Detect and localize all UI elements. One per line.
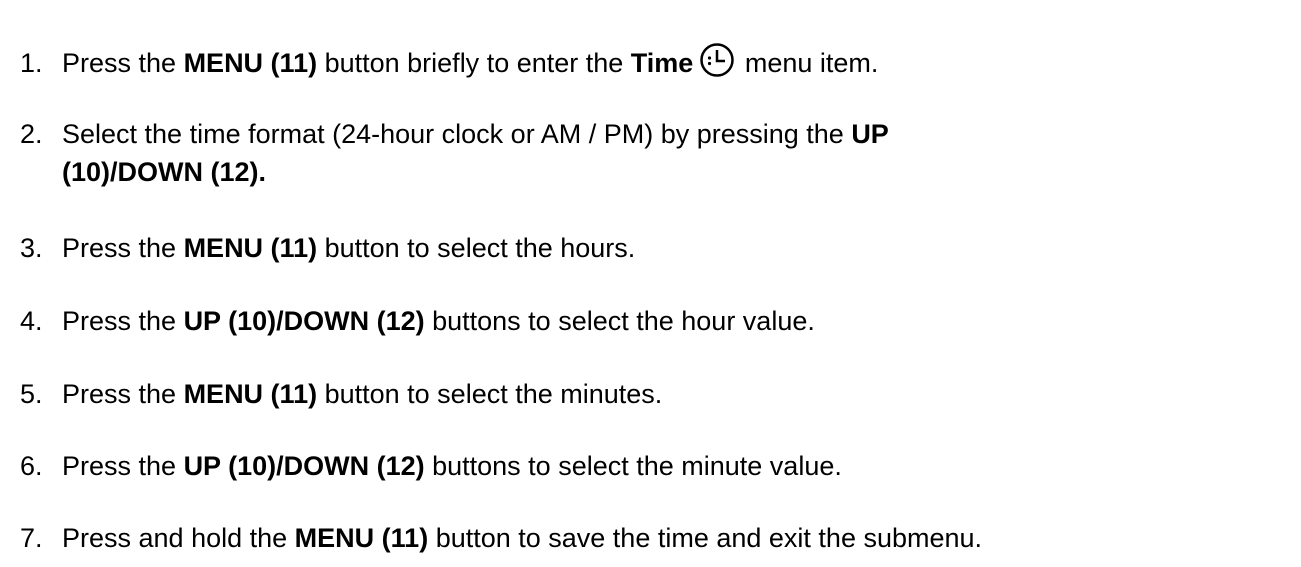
step-text: Press the — [62, 48, 184, 78]
step-number: 3. — [20, 233, 43, 263]
step-7: 7. Press and hold the MENU (11) button to… — [20, 519, 982, 557]
menu-item-name: Time — [630, 48, 694, 78]
step-text: buttons to select the minute value. — [424, 451, 842, 481]
step-number: 4. — [20, 306, 43, 336]
step-text: button to save the time and exit the sub… — [428, 523, 983, 553]
button-name: UP (10)/DOWN (12) — [183, 306, 425, 336]
step-text: button briefly to enter the — [317, 48, 631, 78]
button-name: MENU (11) — [183, 233, 318, 263]
step-2: 2. Select the time format (24-hour clock … — [20, 115, 889, 191]
step-number: 7. — [20, 523, 43, 553]
step-number: 6. — [20, 451, 43, 481]
button-name: (10)/DOWN (12). — [62, 157, 267, 187]
button-name: MENU (11) — [183, 379, 318, 409]
step-1: 1. Press the MENU (11) button briefly to … — [20, 42, 878, 88]
step-number: 1. — [20, 48, 43, 78]
button-name: MENU (11) — [294, 523, 429, 553]
step-text: Press the — [62, 233, 184, 263]
step-number: 2. — [20, 119, 43, 149]
step-text: Press and hold the — [62, 523, 295, 553]
instruction-steps: 1. Press the MENU (11) button briefly to … — [0, 0, 1301, 567]
step-3: 3. Press the MENU (11) button to select t… — [20, 229, 635, 267]
step-5: 5. Press the MENU (11) button to select t… — [20, 375, 662, 413]
clock-icon — [699, 42, 735, 88]
step-text: buttons to select the hour value. — [424, 306, 815, 336]
button-name: UP — [851, 119, 889, 149]
step-text: button to select the hours. — [317, 233, 636, 263]
step-6: 6. Press the UP (10)/DOWN (12) buttons to… — [20, 447, 842, 485]
step-text: menu item. — [737, 48, 879, 78]
button-name: UP (10)/DOWN (12) — [183, 451, 425, 481]
step-4: 4. Press the UP (10)/DOWN (12) buttons to… — [20, 302, 815, 340]
step-text: Press the — [62, 451, 184, 481]
step-number: 5. — [20, 379, 43, 409]
step-text: Press the — [62, 379, 184, 409]
button-name: MENU (11) — [183, 48, 318, 78]
step-text: button to select the minutes. — [317, 379, 663, 409]
step-text: Press the — [62, 306, 184, 336]
step-text: Select the time format (24-hour clock or… — [62, 119, 852, 149]
